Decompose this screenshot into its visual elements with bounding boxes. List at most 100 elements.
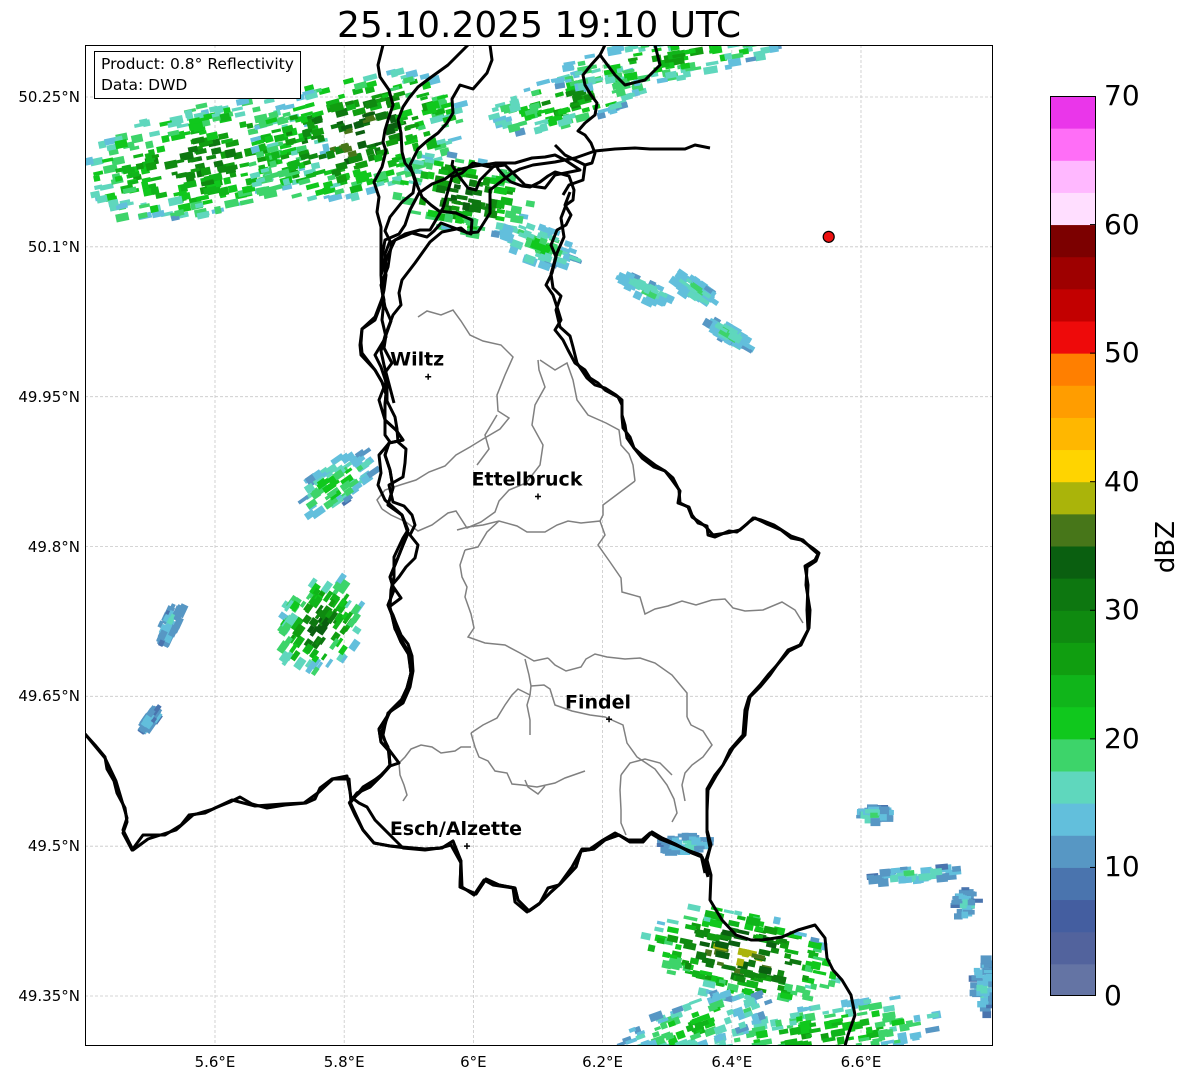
colorbar-segment <box>1050 192 1096 226</box>
longitude-tick-label: 6.6°E <box>840 1053 882 1071</box>
radar-pixel <box>879 814 887 821</box>
radar-pixel <box>900 876 913 884</box>
colorbar-segment <box>1050 224 1096 258</box>
radar-pixel <box>836 1036 846 1046</box>
colorbar-segment <box>1050 353 1096 386</box>
radar-map: Wiltz Ettelbruck Findel Esch/Alzette <box>85 45 993 1046</box>
colorbar-segment <box>1050 417 1096 451</box>
radar-pixel <box>986 1004 993 1009</box>
radar-pixel <box>796 1016 803 1022</box>
colorbar-segment <box>1050 931 1096 965</box>
radar-pixel <box>736 958 745 967</box>
colorbar-tick-label: 30 <box>1104 593 1140 627</box>
map-title: 25.10.2025 19:10 UTC <box>336 5 742 46</box>
radar-pixel <box>976 984 984 992</box>
colorbar-segment <box>1050 256 1096 290</box>
radar-pixel <box>952 896 960 900</box>
radar-pixel <box>889 874 899 883</box>
city-label: Wiltz <box>390 349 444 371</box>
latitude-tick-label: 49.35°N <box>18 987 80 1005</box>
longitude-tick-label: 5.6°E <box>194 1053 236 1071</box>
radar-pixel <box>691 837 701 845</box>
colorbar-tick-label: 0 <box>1104 979 1122 1012</box>
colorbar-segment <box>1050 835 1096 868</box>
colorbar-segment <box>1050 513 1096 547</box>
latitude-tick-label: 49.5°N <box>27 837 80 856</box>
colorbar-segment <box>1050 546 1096 579</box>
radar-pixel <box>724 52 733 61</box>
latitude-tick-label: 50.25°N <box>18 88 80 106</box>
radar-pixel <box>918 874 932 881</box>
radar-pixel <box>223 176 232 185</box>
radar-pixel <box>427 171 435 180</box>
radar-pixel <box>496 199 506 209</box>
colorbar-segment <box>1050 738 1096 772</box>
city-label: Findel <box>565 691 631 713</box>
colorbar-segment <box>1050 321 1096 354</box>
radar-pixel <box>983 970 993 974</box>
radar-pixel <box>865 1026 873 1034</box>
colorbar-segment <box>1050 674 1096 708</box>
radar-pixel <box>462 202 471 211</box>
location-marker <box>822 230 835 243</box>
radar-pixel <box>958 894 965 900</box>
colorbar-tick-label: 10 <box>1104 850 1140 884</box>
colorbar-segment <box>1050 481 1096 515</box>
latitude-tick-label: 50.1°N <box>27 237 80 256</box>
city-label: Ettelbruck <box>472 469 583 491</box>
colorbar-segment <box>1050 96 1096 129</box>
radar-pixel <box>885 1028 894 1038</box>
colorbar-segment <box>1050 128 1096 161</box>
radar-pixel <box>877 878 889 888</box>
radar-pixel <box>772 916 781 925</box>
colorbar-tick-label: 50 <box>1104 336 1140 370</box>
colorbar-tick-label: 20 <box>1104 721 1140 755</box>
radar-pixel <box>964 890 974 895</box>
colorbar-segment <box>1050 578 1096 611</box>
colorbar-segment <box>1050 449 1096 483</box>
colorbar-segment <box>1050 288 1096 322</box>
radar-pixel <box>954 913 963 920</box>
latitude-tick-label: 49.65°N <box>18 687 80 706</box>
colorbar-segment <box>1050 867 1096 901</box>
colorbar-tick-label: 70 <box>1104 79 1140 112</box>
colorbar-segment <box>1050 963 1096 996</box>
radar-pixel <box>899 866 908 871</box>
longitude-tick-label: 6.2°E <box>582 1053 624 1071</box>
latitude-tick-label: 49.95°N <box>18 387 80 406</box>
longitude-tick-label: 6.4°E <box>711 1053 753 1071</box>
data-source-label: Data: DWD <box>101 76 188 94</box>
radar-pixel <box>870 818 881 827</box>
radar-pixel <box>961 911 969 919</box>
radar-pixel <box>392 191 403 201</box>
radar-pixel <box>866 874 875 879</box>
radar-pixel <box>775 1019 783 1027</box>
colorbar-segment <box>1050 610 1096 643</box>
colorbar-tick-label: 40 <box>1104 464 1140 498</box>
latitude-tick-label: 49.8°N <box>27 537 80 556</box>
longitude-tick-label: 5.8°E <box>323 1053 365 1071</box>
radar-pixel <box>982 1010 992 1019</box>
radar-pixel <box>870 812 878 818</box>
colorbar-title: dBZ <box>1151 520 1181 574</box>
product-label: Product: 0.8° Reflectivity <box>101 55 294 73</box>
radar-pixel <box>980 955 992 964</box>
radar-pixel <box>967 899 976 906</box>
colorbar-segment <box>1050 706 1096 740</box>
radar-pixel <box>482 177 491 187</box>
colorbar-tick-label: 60 <box>1104 207 1140 241</box>
radar-pixel <box>936 874 949 883</box>
colorbar-segment <box>1050 803 1096 836</box>
radar-pixel <box>951 865 962 873</box>
colorbar-segment <box>1050 771 1096 804</box>
radar-pixel <box>950 904 960 908</box>
radar-pixel <box>913 1014 921 1023</box>
radar-pixel <box>454 215 463 224</box>
radar-pixel <box>668 850 681 855</box>
colorbar-segment <box>1050 642 1096 676</box>
radar-pixel <box>984 974 993 980</box>
colorbar <box>1050 96 1096 996</box>
radar-pixel <box>425 162 434 170</box>
product-info-box: Product: 0.8° Reflectivity Data: DWD <box>94 51 301 99</box>
radar-pixel <box>696 845 705 850</box>
